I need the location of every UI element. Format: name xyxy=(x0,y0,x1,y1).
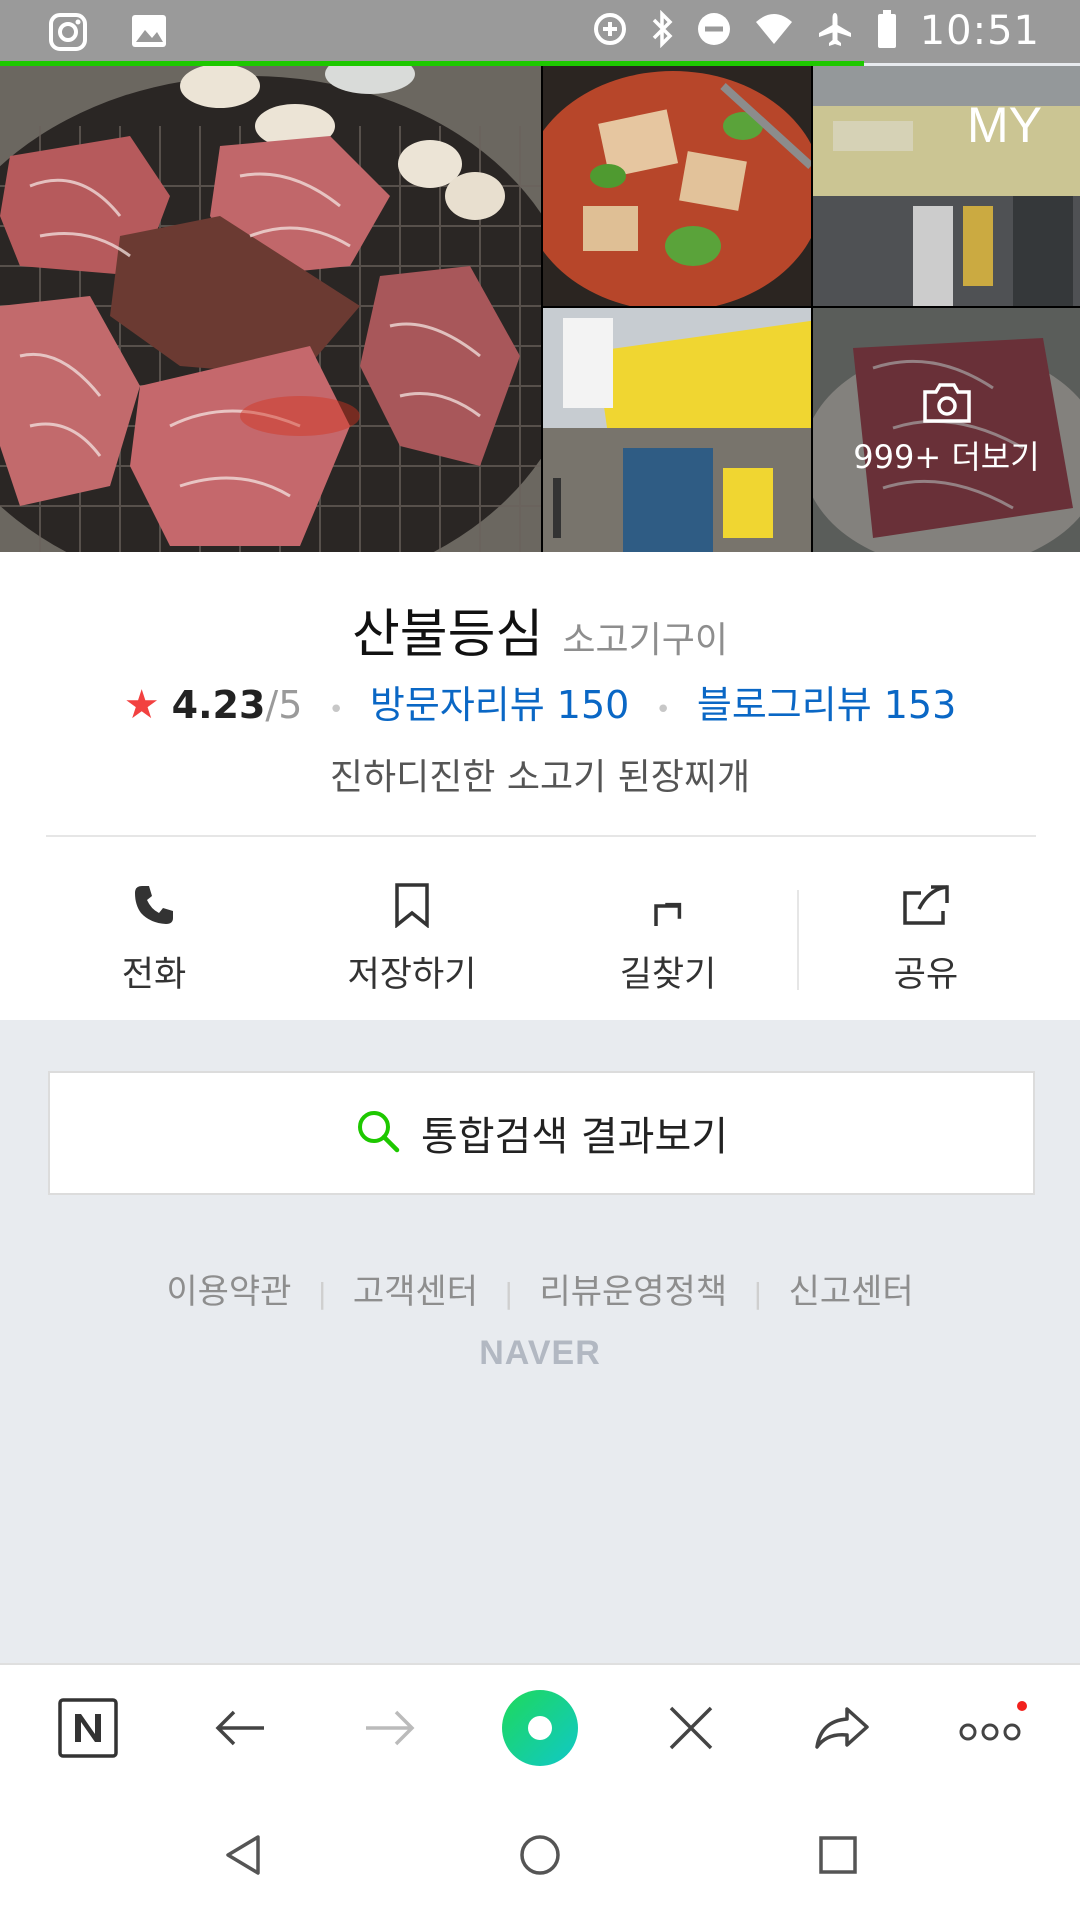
share-label: 공유 xyxy=(893,955,959,995)
rating-max: /5 xyxy=(265,683,303,727)
back-button[interactable] xyxy=(190,1665,290,1795)
star-icon: ★ xyxy=(123,682,160,728)
share-button[interactable]: 공유 xyxy=(836,870,1016,1010)
nav-back-button[interactable] xyxy=(182,1793,302,1920)
more-icon xyxy=(956,1698,1028,1762)
customer-center-link[interactable]: 고객센터 xyxy=(353,1272,478,1312)
image-icon xyxy=(130,12,168,56)
do-not-disturb-icon xyxy=(696,11,732,51)
airplane-mode-icon xyxy=(816,10,854,52)
main-photo-grilled-beef[interactable] xyxy=(0,66,541,552)
place-description: 진하디진한 소고기 된장찌개 xyxy=(329,757,751,798)
camera-icon xyxy=(921,382,973,428)
footer-links: 이용약관 | 고객센터 | 리뷰운영정책 | 신고센터 xyxy=(166,1272,914,1312)
place-category: 소고기구이 xyxy=(562,620,729,661)
call-button[interactable]: 전화 xyxy=(64,870,244,1010)
more-photos-label: 999+ 더보기 xyxy=(853,438,1040,476)
nav-recents-button[interactable] xyxy=(778,1793,898,1920)
search-icon xyxy=(355,1108,401,1158)
instagram-icon xyxy=(48,12,88,56)
bookmark-icon xyxy=(322,870,502,940)
visitor-reviews-link[interactable]: 방문자리뷰 150 xyxy=(370,683,629,727)
naver-logo: NAVER xyxy=(479,1334,601,1372)
battery-icon xyxy=(876,9,898,53)
photo-stew[interactable] xyxy=(543,66,811,306)
photo-gallery: 999+ 더보기 xyxy=(0,66,1080,552)
green-dot-icon xyxy=(500,1688,580,1772)
share-arrow-icon xyxy=(813,1705,871,1755)
browser-toolbar xyxy=(0,1663,1080,1793)
share-icon xyxy=(836,870,1016,940)
action-bar: 전화 저장하기 길찾기 공유 xyxy=(0,870,1080,1010)
action-divider xyxy=(797,890,799,990)
save-label: 저장하기 xyxy=(347,955,477,995)
system-nav-bar xyxy=(0,1793,1080,1920)
naver-home-button[interactable] xyxy=(38,1665,138,1795)
divider xyxy=(46,835,1036,837)
directions-button[interactable]: 길찾기 xyxy=(578,870,758,1010)
directions-icon xyxy=(578,870,758,940)
status-bar: 10:51 xyxy=(0,0,1080,63)
nav-back-icon xyxy=(222,1833,262,1881)
wifi-icon xyxy=(754,12,794,50)
data-saver-icon xyxy=(592,11,628,51)
review-policy-link[interactable]: 리뷰운영정책 xyxy=(539,1272,727,1312)
close-button[interactable] xyxy=(641,1665,741,1795)
report-center-link[interactable]: 신고센터 xyxy=(789,1272,914,1312)
my-button[interactable]: MY xyxy=(967,96,1042,154)
photo-street-sign[interactable] xyxy=(543,308,811,552)
save-button[interactable]: 저장하기 xyxy=(322,870,502,1010)
separator-dot: • xyxy=(655,695,671,725)
separator-dot: • xyxy=(328,695,344,725)
nav-home-icon xyxy=(518,1833,562,1881)
nav-recents-icon xyxy=(818,1835,858,1879)
terms-link[interactable]: 이용약관 xyxy=(166,1272,291,1312)
place-name: 산불등심 xyxy=(351,605,544,665)
green-dot-button[interactable] xyxy=(490,1665,590,1795)
nav-home-button[interactable] xyxy=(480,1793,600,1920)
call-label: 전화 xyxy=(121,955,187,995)
blog-reviews-link[interactable]: 블로그리뷰 153 xyxy=(697,683,956,727)
rating-score: 4.23 xyxy=(171,683,266,727)
phone-icon xyxy=(64,870,244,940)
naver-home-icon xyxy=(57,1697,119,1763)
clock: 10:51 xyxy=(919,8,1040,54)
forward-arrow-icon xyxy=(364,1708,416,1752)
integrated-search-button[interactable]: 통합검색 결과보기 xyxy=(48,1071,1035,1195)
integrated-search-label: 통합검색 결과보기 xyxy=(420,1114,729,1160)
more-photos-tile[interactable]: 999+ 더보기 xyxy=(813,308,1080,552)
directions-label: 길찾기 xyxy=(619,955,717,995)
more-button[interactable] xyxy=(942,1665,1042,1795)
bluetooth-icon xyxy=(650,9,674,52)
back-arrow-icon xyxy=(214,1708,266,1752)
forward-button[interactable] xyxy=(340,1665,440,1795)
close-icon xyxy=(667,1704,715,1756)
share-page-button[interactable] xyxy=(792,1665,892,1795)
place-info-card: 산불등심 소고기구이 ★ 4.23/5 • 방문자리뷰 150 • 블로그리뷰 … xyxy=(0,552,1080,1020)
